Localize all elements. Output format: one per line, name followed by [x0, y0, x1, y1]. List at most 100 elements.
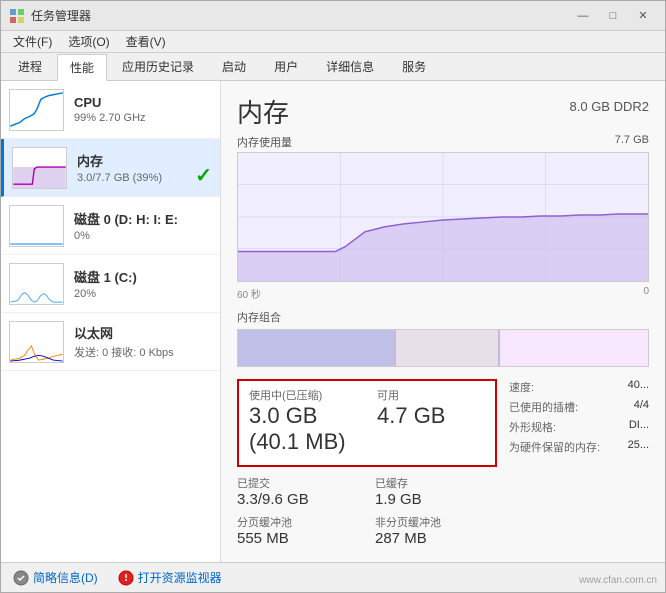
tab-details[interactable]: 详细信息 [313, 53, 387, 80]
tab-bar: 进程 性能 应用历史记录 启动 用户 详细信息 服务 [1, 53, 665, 81]
reserved-value: 25... [628, 439, 649, 455]
reserved-label: 为硬件保留的内存: [509, 439, 600, 455]
monitor-link[interactable]: 打开资源监视器 [118, 569, 222, 586]
sidebar: CPU 99% 2.70 GHz 内存 3.0/7.7 GB (39%) ✓ [1, 81, 221, 562]
tab-startup[interactable]: 启动 [209, 53, 259, 80]
cpu-value: 99% 2.70 GHz [74, 112, 212, 124]
cpu-thumbnail [9, 89, 64, 131]
menu-view[interactable]: 查看(V) [118, 31, 174, 52]
paged-pool-stat: 分页缓冲池 555 MB [237, 514, 359, 547]
menu-options[interactable]: 选项(O) [60, 31, 117, 52]
ethernet-thumbnail [9, 321, 64, 363]
available-stat: 可用 4.7 GB [377, 387, 485, 455]
menu-file[interactable]: 文件(F) [5, 31, 60, 52]
detail-spec: 8.0 GB DDR2 [570, 99, 649, 114]
comp-free-segment [500, 330, 648, 366]
slots-row: 已使用的插槽: 4/4 [509, 399, 649, 415]
task-manager-window: 任务管理器 — □ ✕ 文件(F) 选项(O) 查看(V) 进程 性能 应用历史… [0, 0, 666, 593]
check-icon: ✓ [195, 163, 212, 188]
comp-used-segment [238, 330, 394, 366]
form-label: 外形规格: [509, 419, 556, 435]
sidebar-item-disk0[interactable]: 磁盘 0 (D: H: I: E: 0% [1, 197, 220, 255]
cached-stat: 已缓存 1.9 GB [375, 475, 497, 508]
speed-value: 40... [628, 379, 649, 395]
chart-usage-label-row: 内存使用量 7.7 GB [237, 134, 649, 150]
chart-usage-label: 内存使用量 [237, 134, 292, 150]
memory-value: 3.0/7.7 GB (39%) [77, 172, 212, 184]
disk0-thumbnail [9, 205, 64, 247]
monitor-label: 打开资源监视器 [138, 569, 222, 586]
time-label-left: 60 秒 [237, 286, 261, 301]
monitor-icon [118, 570, 134, 586]
composition-label: 内存组合 [237, 309, 649, 325]
committed-value: 3.3/9.6 GB [237, 491, 359, 508]
cpu-name: CPU [74, 95, 212, 110]
speed-label: 速度: [509, 379, 534, 395]
secondary-stats-row: 已提交 3.3/9.6 GB 已缓存 1.9 GB [237, 475, 497, 508]
chart-time-labels: 60 秒 0 [237, 286, 649, 301]
comp-standby-segment [396, 330, 499, 366]
nonpaged-pool-stat: 非分页缓冲池 287 MB [375, 514, 497, 547]
minimize-button[interactable]: — [569, 5, 597, 27]
nonpaged-pool-value: 287 MB [375, 530, 497, 547]
watermark: www.cfan.com.cn [579, 575, 657, 586]
slots-value: 4/4 [634, 399, 649, 415]
committed-stat: 已提交 3.3/9.6 GB [237, 475, 359, 508]
tab-performance[interactable]: 性能 [57, 54, 107, 81]
pool-stats-row: 分页缓冲池 555 MB 非分页缓冲池 287 MB [237, 514, 497, 547]
disk0-info: 磁盘 0 (D: H: I: E: 0% [74, 209, 212, 242]
tab-users[interactable]: 用户 [261, 53, 311, 80]
paged-pool-label: 分页缓冲池 [237, 514, 359, 530]
disk1-thumbnail [9, 263, 64, 305]
title-bar-left: 任务管理器 [9, 7, 91, 24]
sidebar-item-disk1[interactable]: 磁盘 1 (C:) 20% [1, 255, 220, 313]
summary-label: 简略信息(D) [33, 569, 98, 586]
available-value: 4.7 GB [377, 403, 485, 429]
paged-pool-value: 555 MB [237, 530, 359, 547]
cpu-info: CPU 99% 2.70 GHz [74, 95, 212, 124]
main-content: CPU 99% 2.70 GHz 内存 3.0/7.7 GB (39%) ✓ [1, 81, 665, 562]
detail-title: 内存 [237, 93, 289, 130]
window-title: 任务管理器 [31, 7, 91, 24]
title-controls: — □ ✕ [569, 5, 657, 27]
close-button[interactable]: ✕ [629, 5, 657, 27]
chart-usage-value: 7.7 GB [615, 134, 649, 150]
sidebar-item-cpu[interactable]: CPU 99% 2.70 GHz [1, 81, 220, 139]
right-stats: 速度: 40... 已使用的插槽: 4/4 外形规格: DI... 为硬件保留的… [509, 379, 649, 553]
detail-stats-container: 使用中(已压缩) 3.0 GB (40.1 MB) 可用 4.7 GB [237, 379, 649, 553]
sidebar-item-ethernet[interactable]: 以太网 发送: 0 接收: 0 Kbps [1, 313, 220, 371]
used-label: 使用中(已压缩) [249, 387, 357, 403]
sidebar-item-memory[interactable]: 内存 3.0/7.7 GB (39%) ✓ [1, 139, 220, 197]
app-icon [9, 8, 25, 24]
disk0-value: 0% [74, 230, 212, 242]
reserved-row: 为硬件保留的内存: 25... [509, 439, 649, 455]
memory-composition-chart [237, 329, 649, 367]
memory-info: 内存 3.0/7.7 GB (39%) [77, 151, 212, 184]
ethernet-info: 以太网 发送: 0 接收: 0 Kbps [74, 323, 212, 360]
disk1-value: 20% [74, 288, 212, 300]
form-row: 外形规格: DI... [509, 419, 649, 435]
summary-link[interactable]: 简略信息(D) [13, 569, 98, 586]
primary-stats-box: 使用中(已压缩) 3.0 GB (40.1 MB) 可用 4.7 GB [237, 379, 497, 467]
disk1-name: 磁盘 1 (C:) [74, 267, 212, 286]
tab-app-history[interactable]: 应用历史记录 [109, 53, 207, 80]
time-label-right: 0 [643, 286, 649, 301]
used-stat: 使用中(已压缩) 3.0 GB (40.1 MB) [249, 387, 357, 455]
tab-process[interactable]: 进程 [5, 53, 55, 80]
primary-stats-row: 使用中(已压缩) 3.0 GB (40.1 MB) 可用 4.7 GB [249, 387, 485, 455]
maximize-button[interactable]: □ [599, 5, 627, 27]
committed-label: 已提交 [237, 475, 359, 491]
slots-label: 已使用的插槽: [509, 399, 578, 415]
title-bar: 任务管理器 — □ ✕ [1, 1, 665, 31]
used-value: 3.0 GB (40.1 MB) [249, 403, 357, 455]
available-label: 可用 [377, 387, 485, 403]
detail-panel: 内存 8.0 GB DDR2 内存使用量 7.7 GB [221, 81, 665, 562]
tab-services[interactable]: 服务 [389, 53, 439, 80]
nonpaged-pool-label: 非分页缓冲池 [375, 514, 497, 530]
menu-bar: 文件(F) 选项(O) 查看(V) [1, 31, 665, 53]
form-value: DI... [629, 419, 649, 435]
cached-label: 已缓存 [375, 475, 497, 491]
left-stats: 使用中(已压缩) 3.0 GB (40.1 MB) 可用 4.7 GB [237, 379, 497, 553]
summary-icon [13, 570, 29, 586]
memory-thumbnail [12, 147, 67, 189]
